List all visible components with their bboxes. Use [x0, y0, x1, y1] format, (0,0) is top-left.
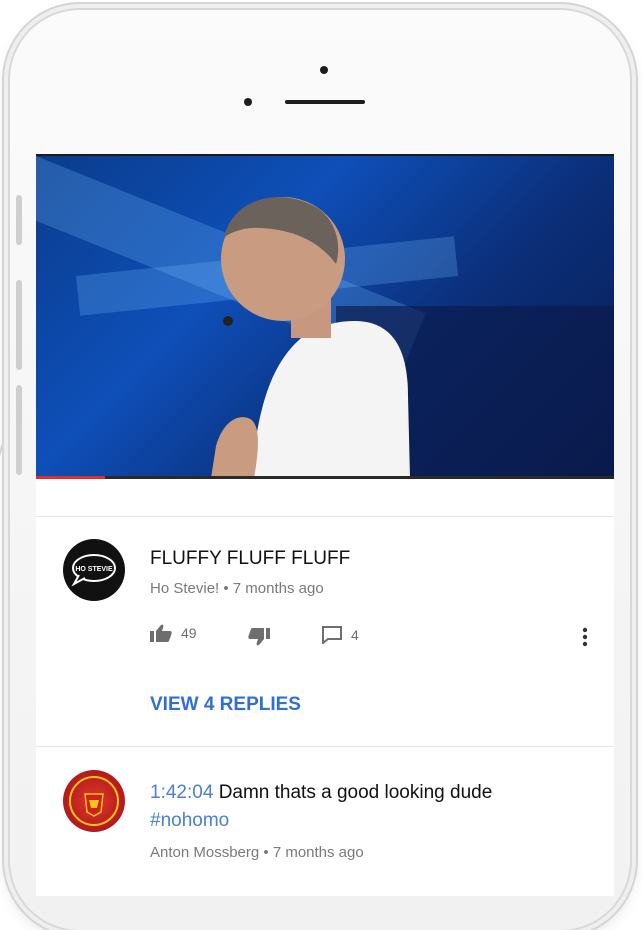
more-options-button[interactable] — [582, 627, 588, 647]
front-sensor — [320, 66, 328, 74]
phone-screen: HO STEVIE FLUFFY FLUFF FLUFF Ho Stevie! … — [36, 154, 614, 896]
video-progress-fill — [36, 476, 106, 479]
reply-icon — [322, 626, 342, 644]
comment-item: HO STEVIE FLUFFY FLUFF FLUFF Ho Stevie! … — [36, 516, 614, 746]
avatar-logo-text: HO STEVIE — [75, 566, 113, 573]
reply-count: 4 — [351, 627, 359, 643]
video-player[interactable] — [36, 156, 614, 478]
front-camera — [244, 98, 252, 106]
mute-switch — [16, 195, 22, 245]
volume-up-button — [16, 280, 22, 370]
comment-text-block: 1:42:04 Damn thats a good looking dude #… — [150, 779, 570, 835]
comment-author: FLUFFY FLUFF FLUFF — [150, 548, 351, 569]
speech-bubble-logo-icon: HO STEVIE — [71, 554, 116, 587]
avatar[interactable]: HO STEVIE — [63, 539, 125, 601]
like-button[interactable]: 49 — [150, 624, 197, 642]
hashtag-link[interactable]: #nohomo — [150, 810, 229, 831]
club-crest-icon — [69, 776, 119, 826]
view-replies-button[interactable]: VIEW 4 REPLIES — [150, 694, 301, 716]
earpiece-speaker — [285, 100, 365, 104]
like-count: 49 — [181, 625, 197, 641]
video-progress-bar[interactable] — [36, 476, 614, 479]
dislike-button[interactable] — [248, 628, 270, 646]
comment-item: 1:42:04 Damn thats a good looking dude #… — [36, 746, 614, 896]
comment-subtitle: Anton Mossberg • 7 months ago — [150, 844, 364, 861]
thumbs-up-icon — [150, 624, 172, 642]
timestamp-link[interactable]: 1:42:04 — [150, 782, 213, 803]
volume-down-button — [16, 385, 22, 475]
more-vert-icon — [582, 627, 588, 647]
thumbs-down-icon — [248, 628, 270, 646]
comment-subtitle: Ho Stevie! • 7 months ago — [150, 580, 324, 597]
comment-text: Damn thats a good looking dude — [218, 782, 493, 803]
speaker-figure — [211, 197, 614, 478]
reply-button[interactable]: 4 — [322, 626, 359, 644]
avatar[interactable] — [63, 770, 125, 832]
